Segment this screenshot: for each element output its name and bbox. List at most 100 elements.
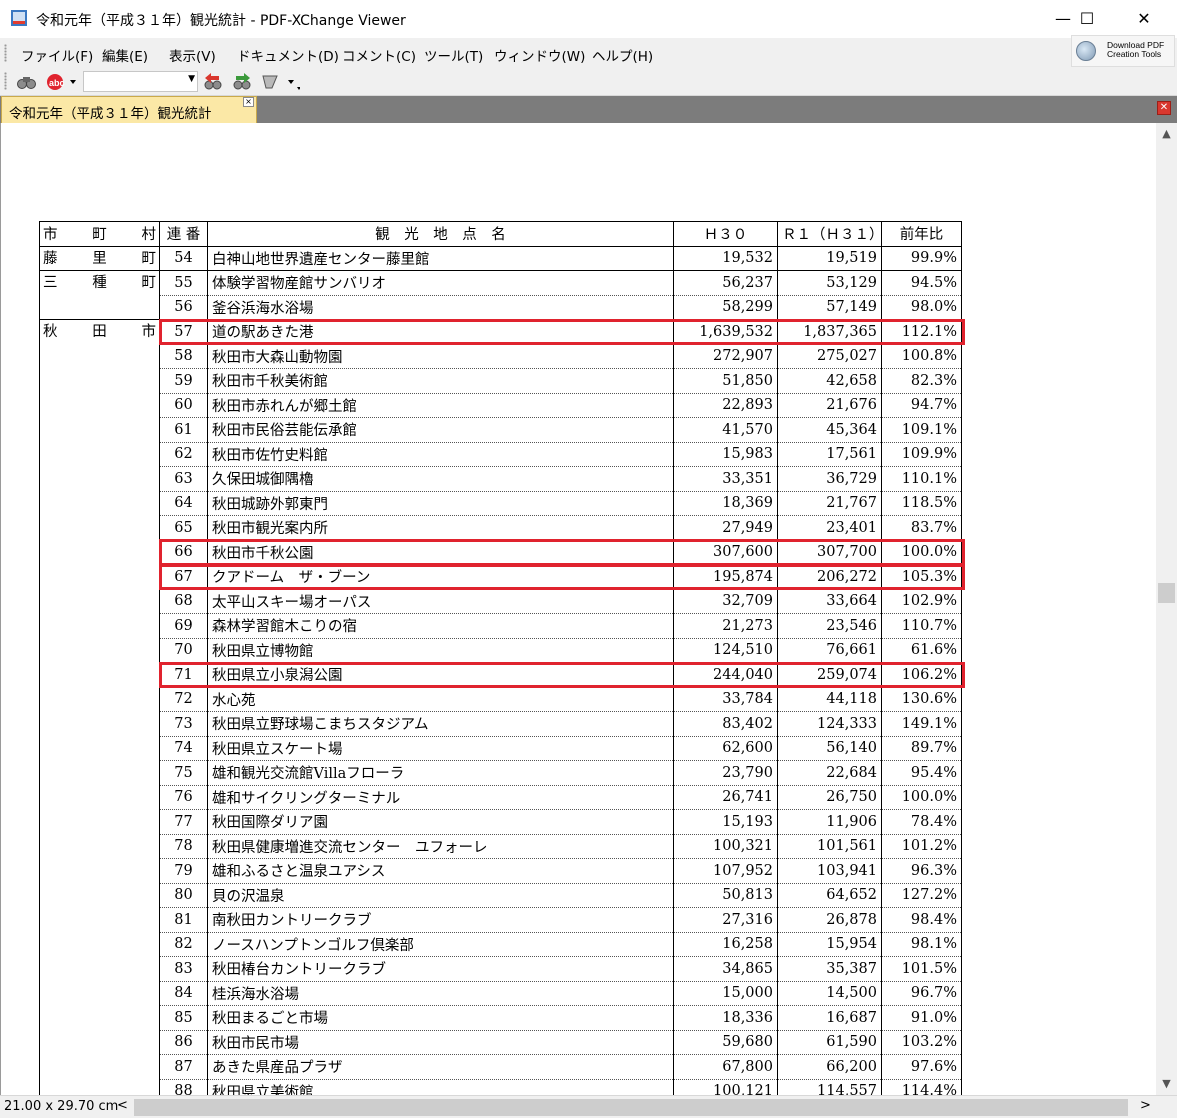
r1-cell: 56,140 (777, 736, 882, 761)
binoculars-icon[interactable] (14, 71, 38, 93)
document-tab-strip: 令和元年（平成３１年）観光統計 × ✕ (0, 96, 1177, 123)
r1-cell: 15,954 (777, 932, 882, 957)
site-name-cell: 秋田市民市場 (207, 1030, 674, 1055)
scroll-down-icon[interactable]: ▼ (1156, 1075, 1177, 1093)
r1-cell: 23,401 (777, 515, 882, 541)
ratio-cell: 78.4% (881, 809, 962, 835)
eraser-tool-icon[interactable] (260, 71, 300, 93)
r1-cell: 66,200 (777, 1054, 882, 1080)
number-cell: 82 (159, 932, 208, 957)
h30-cell: 15,983 (673, 442, 778, 467)
menu-window[interactable]: ウィンドウ(W) (494, 45, 585, 65)
table-row: 61 秋田市民俗芸能伝承館 41,570 45,364 109.1% (40, 417, 962, 443)
vertical-scrollbar[interactable]: ▲ ▼ (1156, 123, 1177, 1095)
site-name-cell: 秋田市大森山動物園 (207, 344, 674, 369)
h30-cell: 272,907 (673, 344, 778, 369)
menu-help[interactable]: ヘルプ(H) (592, 45, 653, 65)
table-row: 64 秋田城跡外郭東門 18,369 21,767 118.5% (40, 491, 962, 516)
ratio-cell: 100.0% (881, 785, 962, 810)
table-row: 77 秋田国際ダリア園 15,193 11,906 78.4% (40, 809, 962, 835)
horizontal-scroll-thumb[interactable] (134, 1099, 1128, 1116)
table-row: 秋 田 市 57 道の駅あきた港 1,639,532 1,837,365 112.1% (39, 319, 962, 1095)
site-name-cell: 秋田市民俗芸能伝承館 (207, 417, 674, 443)
ratio-cell: 114.4% (881, 1079, 962, 1095)
r1-cell: 23,546 (777, 613, 882, 639)
site-name-cell: 体験学習物産館サンバリオ (207, 270, 674, 296)
number-cell: 79 (159, 858, 208, 884)
menu-tools[interactable]: ツール(T) (424, 45, 483, 65)
document-viewport[interactable]: 市 町 村 連 番 観 光 地 点 名 Ｈ３０ Ｒ１（Ｈ３１） 前年比 藤 里 … (0, 123, 1156, 1095)
number-cell: 64 (159, 491, 208, 516)
table-row: 三 種 町 55 体験学習物産館サンバリオ 56,237 53,129 94.5% (39, 270, 962, 320)
r1-cell: 275,027 (777, 344, 882, 369)
r1-cell: 114,557 (777, 1079, 882, 1095)
menu-comment[interactable]: コメント(C) (342, 45, 416, 65)
find-next-icon[interactable] (230, 71, 254, 93)
number-cell: 73 (159, 711, 208, 737)
ratio-cell: 112.1% (881, 319, 962, 345)
h30-cell: 27,316 (673, 907, 778, 933)
close-document-icon[interactable]: ✕ (1157, 101, 1171, 115)
menu-view[interactable]: 表示(V) (169, 45, 216, 65)
close-tab-icon[interactable]: × (243, 97, 254, 107)
menubar-grip[interactable] (4, 44, 7, 62)
ratio-cell: 109.1% (881, 417, 962, 443)
ratio-cell: 98.0% (881, 295, 962, 320)
site-name-cell: 秋田城跡外郭東門 (207, 491, 674, 516)
scroll-left-icon[interactable]: < (117, 1098, 128, 1113)
scroll-right-icon[interactable]: > (1140, 1098, 1151, 1113)
ratio-cell: 100.0% (881, 540, 962, 565)
spell-check-icon[interactable]: abc (44, 71, 78, 93)
h30-cell: 51,850 (673, 368, 778, 394)
site-name-cell: 秋田国際ダリア園 (207, 809, 674, 835)
r1-cell: 21,676 (777, 393, 882, 418)
ratio-cell: 102.9% (881, 589, 962, 614)
document-tab[interactable]: 令和元年（平成３１年）観光統計 × (1, 96, 257, 123)
table-row: 藤 里 町 54 白神山地世界遺産センター藤里館 19,532 19,519 99.9% (39, 245, 962, 271)
number-cell: 60 (159, 393, 208, 418)
table-row: 85 秋田まるごと市場 18,336 16,687 91.0% (40, 1005, 962, 1031)
zoom-combobox[interactable]: ▼ (83, 71, 198, 92)
menu-document[interactable]: ドキュメント(D) (237, 45, 339, 65)
number-cell: 58 (159, 344, 208, 369)
close-window-button[interactable]: ✕ (1121, 0, 1167, 38)
table-row: 84 桂浜海水浴場 15,000 14,500 96.7% (40, 981, 962, 1006)
h30-cell: 32,709 (673, 589, 778, 614)
scroll-up-icon[interactable]: ▲ (1156, 125, 1177, 143)
ratio-cell: 101.2% (881, 834, 962, 859)
page-dimensions: 21.00 x 29.70 cm (4, 1099, 119, 1114)
table-header-row: 市 町 村 連 番 観 光 地 点 名 Ｈ３０ Ｒ１（Ｈ３１） 前年比 (39, 221, 962, 247)
menu-file[interactable]: ファイル(F) (21, 45, 93, 65)
maximize-button[interactable]: ☐ (1064, 0, 1110, 38)
number-cell: 68 (159, 589, 208, 614)
toolbar-grip[interactable] (4, 72, 7, 90)
table-row: 83 秋田椿台カントリークラブ 34,865 35,387 101.5% (40, 956, 962, 982)
number-cell: 59 (159, 368, 208, 394)
table-row: 80 貝の沢温泉 50,813 64,652 127.2% (40, 883, 962, 908)
number-cell: 77 (159, 809, 208, 835)
chevron-down-icon[interactable]: ▼ (188, 74, 195, 84)
download-pdf-tools-button[interactable]: Download PDF Creation Tools (1071, 35, 1175, 67)
menu-edit[interactable]: 編集(E) (102, 45, 148, 65)
table-row: 87 あきた県産品プラザ 67,800 66,200 97.6% (40, 1054, 962, 1080)
table-row: 76 雄和サイクリングターミナル 26,741 26,750 100.0% (40, 785, 962, 810)
site-name-cell: 秋田県立美術館 (207, 1079, 674, 1095)
app-icon (11, 10, 27, 26)
ratio-cell: 99.9% (881, 245, 962, 271)
header-site-name: 観 光 地 点 名 (207, 221, 674, 247)
site-name-cell: 道の駅あきた港 (207, 319, 674, 345)
site-name-cell: 秋田市佐竹史料館 (207, 442, 674, 467)
vertical-scroll-thumb[interactable] (1158, 583, 1175, 603)
ratio-cell: 103.2% (881, 1030, 962, 1055)
number-cell: 84 (159, 981, 208, 1006)
site-name-cell: 森林学習館木こりの宿 (207, 613, 674, 639)
h30-cell: 18,336 (673, 1005, 778, 1031)
table-body: 藤 里 町 54 白神山地世界遺産センター藤里館 19,532 19,519 99.9% 三… (39, 245, 962, 1095)
find-previous-icon[interactable] (201, 71, 225, 93)
number-cell: 87 (159, 1054, 208, 1080)
r1-cell: 14,500 (777, 981, 882, 1006)
r1-cell: 21,767 (777, 491, 882, 516)
number-cell: 86 (159, 1030, 208, 1055)
header-ratio: 前年比 (881, 221, 962, 247)
h30-cell: 27,949 (673, 515, 778, 541)
